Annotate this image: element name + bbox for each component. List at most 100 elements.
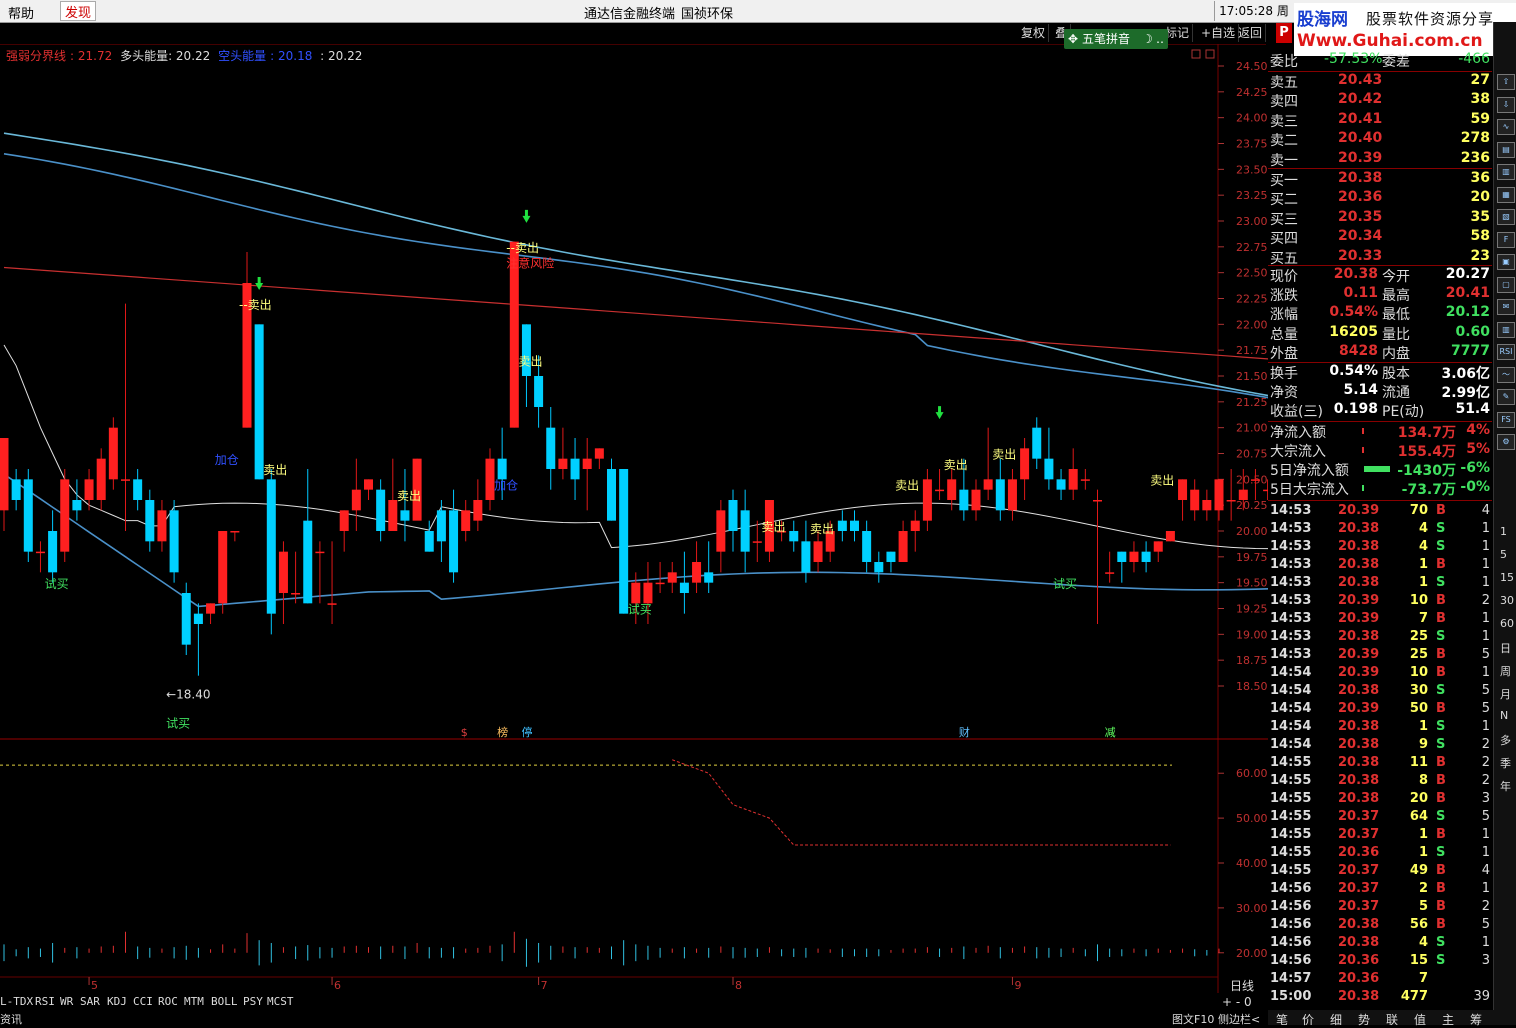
- tab-kdj[interactable]: KDJ: [107, 995, 127, 1008]
- tick-price: 20.38: [1338, 719, 1380, 734]
- watermark-slogan: 股票软件资源分享: [1366, 10, 1495, 28]
- menu-discover[interactable]: 发现: [60, 1, 97, 21]
- price-mode-icon[interactable]: P: [1276, 23, 1292, 43]
- settings-icon[interactable]: ⚙: [1497, 434, 1515, 450]
- stat-value: 16205: [1329, 323, 1378, 340]
- window-icon[interactable]: ▢: [1497, 276, 1515, 293]
- restore-button[interactable]: 复权: [1018, 24, 1050, 42]
- tick-time: 14:57: [1270, 971, 1312, 986]
- bid-price: 20.36: [1338, 189, 1383, 206]
- doc-icon[interactable]: ▣: [1497, 254, 1515, 270]
- tab-chips[interactable]: 筹: [1470, 1011, 1482, 1028]
- period-6[interactable]: 周: [1500, 663, 1511, 679]
- line-chart-icon[interactable]: ∿: [1497, 119, 1515, 135]
- tick-time: 14:55: [1270, 845, 1312, 860]
- period-7[interactable]: 月: [1500, 686, 1511, 702]
- bid-label: 买一: [1270, 173, 1298, 189]
- tick-side: S: [1436, 575, 1446, 590]
- period-0[interactable]: 1: [1500, 525, 1507, 538]
- wave-icon[interactable]: 〜: [1497, 366, 1515, 383]
- tab-rsi[interactable]: RSI: [35, 995, 55, 1008]
- watermark-site: 股海网: [1297, 10, 1348, 30]
- tick-row: 14:53 20.38 1 B 1: [1268, 557, 1492, 575]
- arrow-up-icon[interactable]: ⇧: [1497, 74, 1515, 90]
- stat-label: 量比: [1382, 326, 1410, 343]
- period-label[interactable]: 日线: [1230, 977, 1254, 994]
- tab-main[interactable]: 主: [1442, 1011, 1454, 1028]
- candle-body: [0, 438, 9, 511]
- tab-wr[interactable]: WR: [60, 995, 73, 1008]
- ask-row: 卖四 20.42 38: [1268, 91, 1492, 110]
- period-4[interactable]: 60: [1500, 617, 1514, 630]
- candle-body: [570, 458, 580, 480]
- clock: 17:05:28 周三: [1214, 1, 1293, 38]
- back-button[interactable]: 返回: [1235, 24, 1266, 42]
- zoom-controls[interactable]: + - 0: [1222, 995, 1252, 1009]
- candle-body: [145, 500, 155, 542]
- candle-icon[interactable]: ▥: [1497, 164, 1515, 180]
- candle-body: [388, 500, 398, 531]
- candle-body: [1129, 551, 1139, 562]
- pencil-icon[interactable]: ✎: [1497, 389, 1515, 405]
- period-9[interactable]: 多: [1500, 732, 1511, 748]
- stat-label: 最高: [1382, 288, 1410, 305]
- tab-detail[interactable]: 细: [1330, 1011, 1342, 1028]
- tab-boll[interactable]: BOLL: [211, 995, 238, 1008]
- period-5[interactable]: 日: [1500, 640, 1511, 656]
- arrow-down-icon[interactable]: ⇩: [1497, 96, 1515, 113]
- tick-time: 14:53: [1270, 611, 1312, 626]
- tab-roc[interactable]: ROC: [158, 995, 178, 1008]
- period-1[interactable]: 5: [1500, 548, 1507, 561]
- tick-row: 14:56 20.38 4 S 1: [1268, 935, 1492, 953]
- tick-volume: 7: [1418, 611, 1428, 626]
- indicator-tick-label: 60.00: [1236, 767, 1268, 780]
- tab-psy[interactable]: PSY: [243, 995, 263, 1008]
- tab-ltdx[interactable]: L-TDX: [0, 995, 33, 1008]
- tab-mcst[interactable]: MCST: [267, 995, 294, 1008]
- tab-value[interactable]: 值: [1414, 1011, 1426, 1028]
- candle-body: [206, 603, 216, 614]
- tick-time: 14:54: [1270, 701, 1312, 716]
- candle-body: [291, 593, 301, 595]
- tab-sar[interactable]: SAR: [80, 995, 100, 1008]
- tick-price: 20.39: [1338, 647, 1380, 662]
- tab-trades[interactable]: 笔: [1276, 1011, 1288, 1028]
- period-3[interactable]: 30: [1500, 594, 1514, 607]
- menu-help[interactable]: 帮助: [8, 3, 34, 22]
- tab-price[interactable]: 价: [1302, 1011, 1314, 1028]
- fundamental-row: 净资 5.14 流通 2.99亿: [1268, 382, 1492, 401]
- rsi-icon[interactable]: RSI: [1497, 344, 1515, 360]
- tick-price: 20.37: [1338, 827, 1380, 842]
- tab-related[interactable]: 联: [1386, 1011, 1398, 1028]
- kline-chart[interactable]: 24.50 24.25 24.00 23.75 23.50 23.25 23.00 22.75…: [0, 44, 1268, 993]
- grid-icon[interactable]: ▦: [1497, 186, 1515, 203]
- right-toolbar: ⇧ ⇩ ∿ ▤ ▥ ▦ ▧ F ▣ ▢ ✉ ▥ RSI 〜 ✎ FS ⚙ 1 5 15 30 60 日周月 N 多季年: [1493, 22, 1516, 1025]
- bar-chart-icon[interactable]: ▤: [1497, 141, 1515, 158]
- fund-label: 换手: [1270, 366, 1298, 382]
- period-2[interactable]: 15: [1500, 571, 1514, 584]
- bars-icon[interactable]: ▥: [1497, 321, 1515, 338]
- fs-icon[interactable]: FS: [1497, 411, 1515, 428]
- tick-volume: 64: [1409, 809, 1428, 824]
- f10-icon[interactable]: F: [1497, 231, 1515, 248]
- tab-mtm[interactable]: MTM: [184, 995, 204, 1008]
- tab-cci[interactable]: CCI: [133, 995, 153, 1008]
- add-favorite-button[interactable]: +自选: [1198, 24, 1240, 42]
- candle-body: [266, 479, 276, 614]
- tick-time: 14:54: [1270, 683, 1312, 698]
- diamond-icon[interactable]: [1191, 49, 1201, 59]
- stat-row: 涨跌 0.11 最高 20.41: [1268, 285, 1492, 304]
- candle-body: [594, 448, 604, 459]
- tick-time: 14:53: [1270, 521, 1312, 536]
- mail-icon[interactable]: ✉: [1497, 299, 1515, 315]
- table-icon[interactable]: ▧: [1497, 209, 1515, 225]
- period-11[interactable]: 年: [1500, 778, 1511, 794]
- period-10[interactable]: 季: [1500, 755, 1511, 771]
- candle-body: [157, 510, 167, 542]
- bid-price: 20.34: [1338, 228, 1383, 245]
- square-icon[interactable]: [1205, 49, 1215, 59]
- tab-trend[interactable]: 势: [1358, 1011, 1370, 1028]
- tick-volume: 1: [1418, 719, 1428, 734]
- period-8[interactable]: N: [1500, 709, 1508, 722]
- ask-label: 卖五: [1270, 75, 1298, 91]
